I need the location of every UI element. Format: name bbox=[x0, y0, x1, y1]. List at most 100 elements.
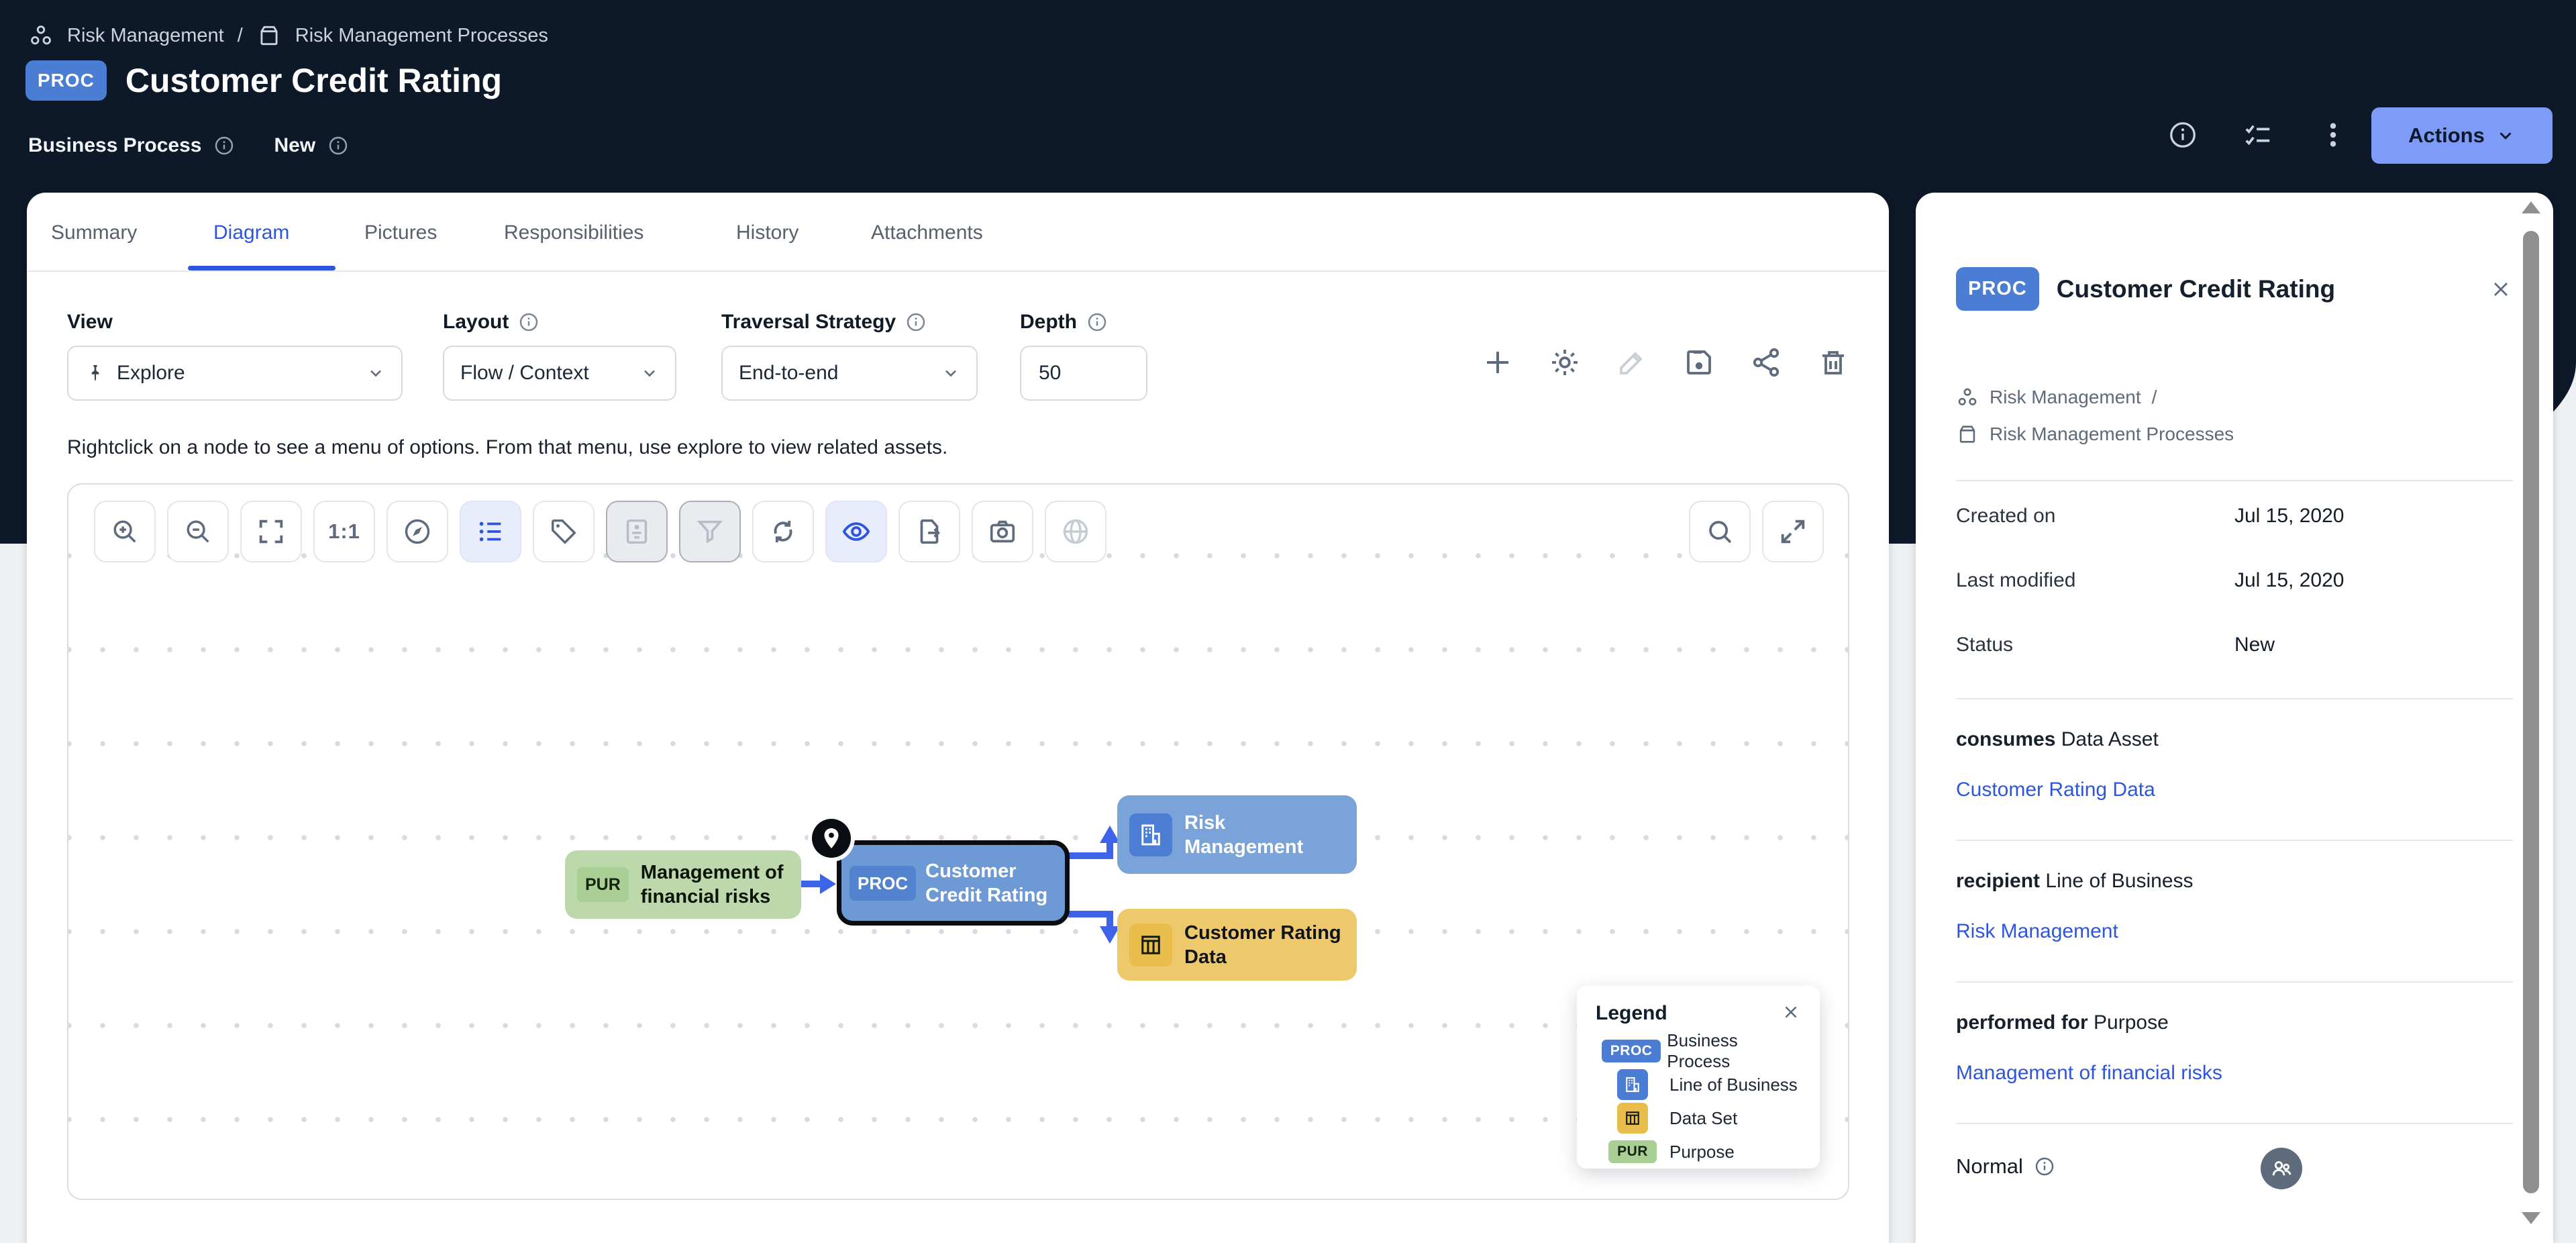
edit-pencil-icon bbox=[1616, 346, 1648, 379]
view-select-value: Explore bbox=[117, 362, 185, 385]
depth-input[interactable] bbox=[1020, 346, 1147, 401]
node-line-of-business[interactable]: Risk Management bbox=[1117, 795, 1357, 874]
add-icon[interactable] bbox=[1482, 346, 1514, 379]
layout-label: Layout bbox=[443, 311, 539, 334]
camera-button[interactable] bbox=[972, 501, 1033, 562]
divider bbox=[28, 270, 1888, 272]
building-icon bbox=[1129, 813, 1172, 856]
tag-button[interactable] bbox=[533, 501, 595, 562]
traversal-select-value: End-to-end bbox=[739, 362, 838, 385]
data-table-icon bbox=[1617, 1103, 1648, 1134]
asset-meta-row: Business Process New bbox=[28, 134, 349, 157]
eye-button[interactable] bbox=[825, 501, 887, 562]
node-purpose[interactable]: PUR Management of financial risks bbox=[565, 850, 801, 919]
settings-gear-icon[interactable] bbox=[1549, 346, 1581, 379]
legend-item: Data Set bbox=[1596, 1101, 1801, 1135]
sidebar-breadcrumb-domain[interactable]: Risk Management Processes bbox=[1956, 423, 2234, 446]
node-data-set[interactable]: Customer Rating Data bbox=[1117, 909, 1357, 981]
scrollbar-down-arrow[interactable] bbox=[2522, 1212, 2540, 1224]
scrollbar-thumb[interactable] bbox=[2523, 231, 2539, 1193]
close-icon[interactable] bbox=[1781, 1002, 1801, 1022]
title-row: PROC Customer Credit Rating bbox=[25, 60, 502, 101]
location-pin-icon bbox=[812, 819, 851, 858]
relation-link[interactable]: Risk Management bbox=[1956, 920, 2118, 943]
app-root: Risk Management / Risk Management Proces… bbox=[0, 0, 2576, 1243]
search-button[interactable] bbox=[1689, 501, 1751, 562]
breadcrumb: Risk Management / Risk Management Proces… bbox=[28, 23, 548, 48]
list-view-button[interactable] bbox=[460, 501, 521, 562]
trash-icon[interactable] bbox=[1817, 346, 1849, 379]
compass-icon[interactable] bbox=[387, 501, 448, 562]
export-button[interactable] bbox=[898, 501, 960, 562]
chevron-down-icon bbox=[366, 364, 385, 383]
fit-screen-button[interactable] bbox=[240, 501, 302, 562]
info-icon[interactable] bbox=[518, 311, 539, 333]
legend-panel: Legend PROC Business Process Line of Bus… bbox=[1577, 986, 1820, 1169]
id-card-button[interactable] bbox=[606, 501, 668, 562]
refresh-button[interactable] bbox=[752, 501, 814, 562]
tab-attachments[interactable]: Attachments bbox=[871, 221, 983, 244]
save-icon[interactable] bbox=[1683, 346, 1715, 379]
info-icon[interactable] bbox=[2167, 119, 2198, 150]
chevron-down-icon bbox=[640, 364, 659, 383]
business-process-badge: PROC bbox=[1602, 1040, 1661, 1062]
relation-link[interactable]: Management of financial risks bbox=[1956, 1062, 2222, 1085]
traversal-strategy-select[interactable]: End-to-end bbox=[721, 346, 978, 401]
actions-button-label: Actions bbox=[2408, 123, 2485, 148]
zoom-in-button[interactable] bbox=[94, 501, 156, 562]
process-badge: PROC bbox=[849, 866, 916, 901]
asset-type-label: Business Process bbox=[28, 134, 201, 157]
info-icon[interactable] bbox=[213, 135, 235, 156]
building-icon bbox=[1617, 1069, 1648, 1100]
info-icon[interactable] bbox=[1086, 311, 1108, 333]
relation-header: performed for Purpose bbox=[1956, 1011, 2169, 1034]
field-label: Created on bbox=[1956, 505, 2055, 528]
diagram-toolbar-right bbox=[1689, 501, 1824, 562]
close-icon[interactable] bbox=[2489, 277, 2513, 301]
depth-label: Depth bbox=[1020, 311, 1108, 334]
field-label: Last modified bbox=[1956, 569, 2075, 592]
field-value: Jul 15, 2020 bbox=[2234, 569, 2344, 592]
diagram-hint-text: Rightclick on a node to see a menu of op… bbox=[67, 436, 947, 459]
relation-header: consumes Data Asset bbox=[1956, 728, 2159, 751]
breadcrumb-community[interactable]: Risk Management bbox=[67, 25, 224, 47]
sidebar-title: Customer Credit Rating bbox=[2057, 275, 2335, 303]
globe-button bbox=[1045, 501, 1106, 562]
actual-size-button[interactable]: 1:1 bbox=[313, 501, 375, 562]
info-icon[interactable] bbox=[327, 135, 349, 156]
breadcrumb-domain[interactable]: Risk Management Processes bbox=[295, 25, 548, 47]
field-label: Status bbox=[1956, 634, 2013, 656]
domain-icon bbox=[1956, 423, 1979, 446]
tab-diagram[interactable]: Diagram bbox=[213, 221, 289, 244]
actions-button[interactable]: Actions bbox=[2371, 107, 2553, 164]
filter-button[interactable] bbox=[679, 501, 741, 562]
traversal-strategy-label: Traversal Strategy bbox=[721, 311, 927, 334]
relation-link[interactable]: Customer Rating Data bbox=[1956, 779, 2155, 801]
legend-item: PROC Business Process bbox=[1596, 1034, 1801, 1068]
relation-header: recipient Line of Business bbox=[1956, 870, 2194, 893]
tab-pictures[interactable]: Pictures bbox=[364, 221, 437, 244]
share-icon[interactable] bbox=[1750, 346, 1782, 379]
tab-responsibilities[interactable]: Responsibilities bbox=[504, 221, 643, 244]
scrollbar-up-arrow[interactable] bbox=[2522, 201, 2540, 213]
view-label: View bbox=[67, 311, 113, 334]
tab-history[interactable]: History bbox=[736, 221, 798, 244]
checklist-icon[interactable] bbox=[2243, 119, 2273, 150]
people-avatar-icon[interactable] bbox=[2261, 1148, 2302, 1189]
info-icon[interactable] bbox=[2034, 1156, 2055, 1177]
view-select[interactable]: Explore bbox=[67, 346, 403, 401]
field-value: Jul 15, 2020 bbox=[2234, 505, 2344, 528]
kebab-menu-icon[interactable] bbox=[2318, 119, 2349, 150]
tab-summary[interactable]: Summary bbox=[51, 221, 137, 244]
purpose-badge: PUR bbox=[1608, 1140, 1657, 1163]
chevron-down-icon bbox=[2495, 126, 2516, 146]
chevron-down-icon bbox=[941, 364, 960, 383]
zoom-out-button[interactable] bbox=[167, 501, 229, 562]
layout-select[interactable]: Flow / Context bbox=[443, 346, 676, 401]
node-business-process-selected[interactable]: PROC Customer Credit Rating bbox=[837, 840, 1070, 926]
info-icon[interactable] bbox=[905, 311, 927, 333]
sidebar-breadcrumb-community[interactable]: Risk Management / bbox=[1956, 386, 2157, 409]
asset-type-badge: PROC bbox=[25, 60, 107, 101]
expand-button[interactable] bbox=[1762, 501, 1824, 562]
legend-title: Legend bbox=[1596, 1002, 1667, 1025]
